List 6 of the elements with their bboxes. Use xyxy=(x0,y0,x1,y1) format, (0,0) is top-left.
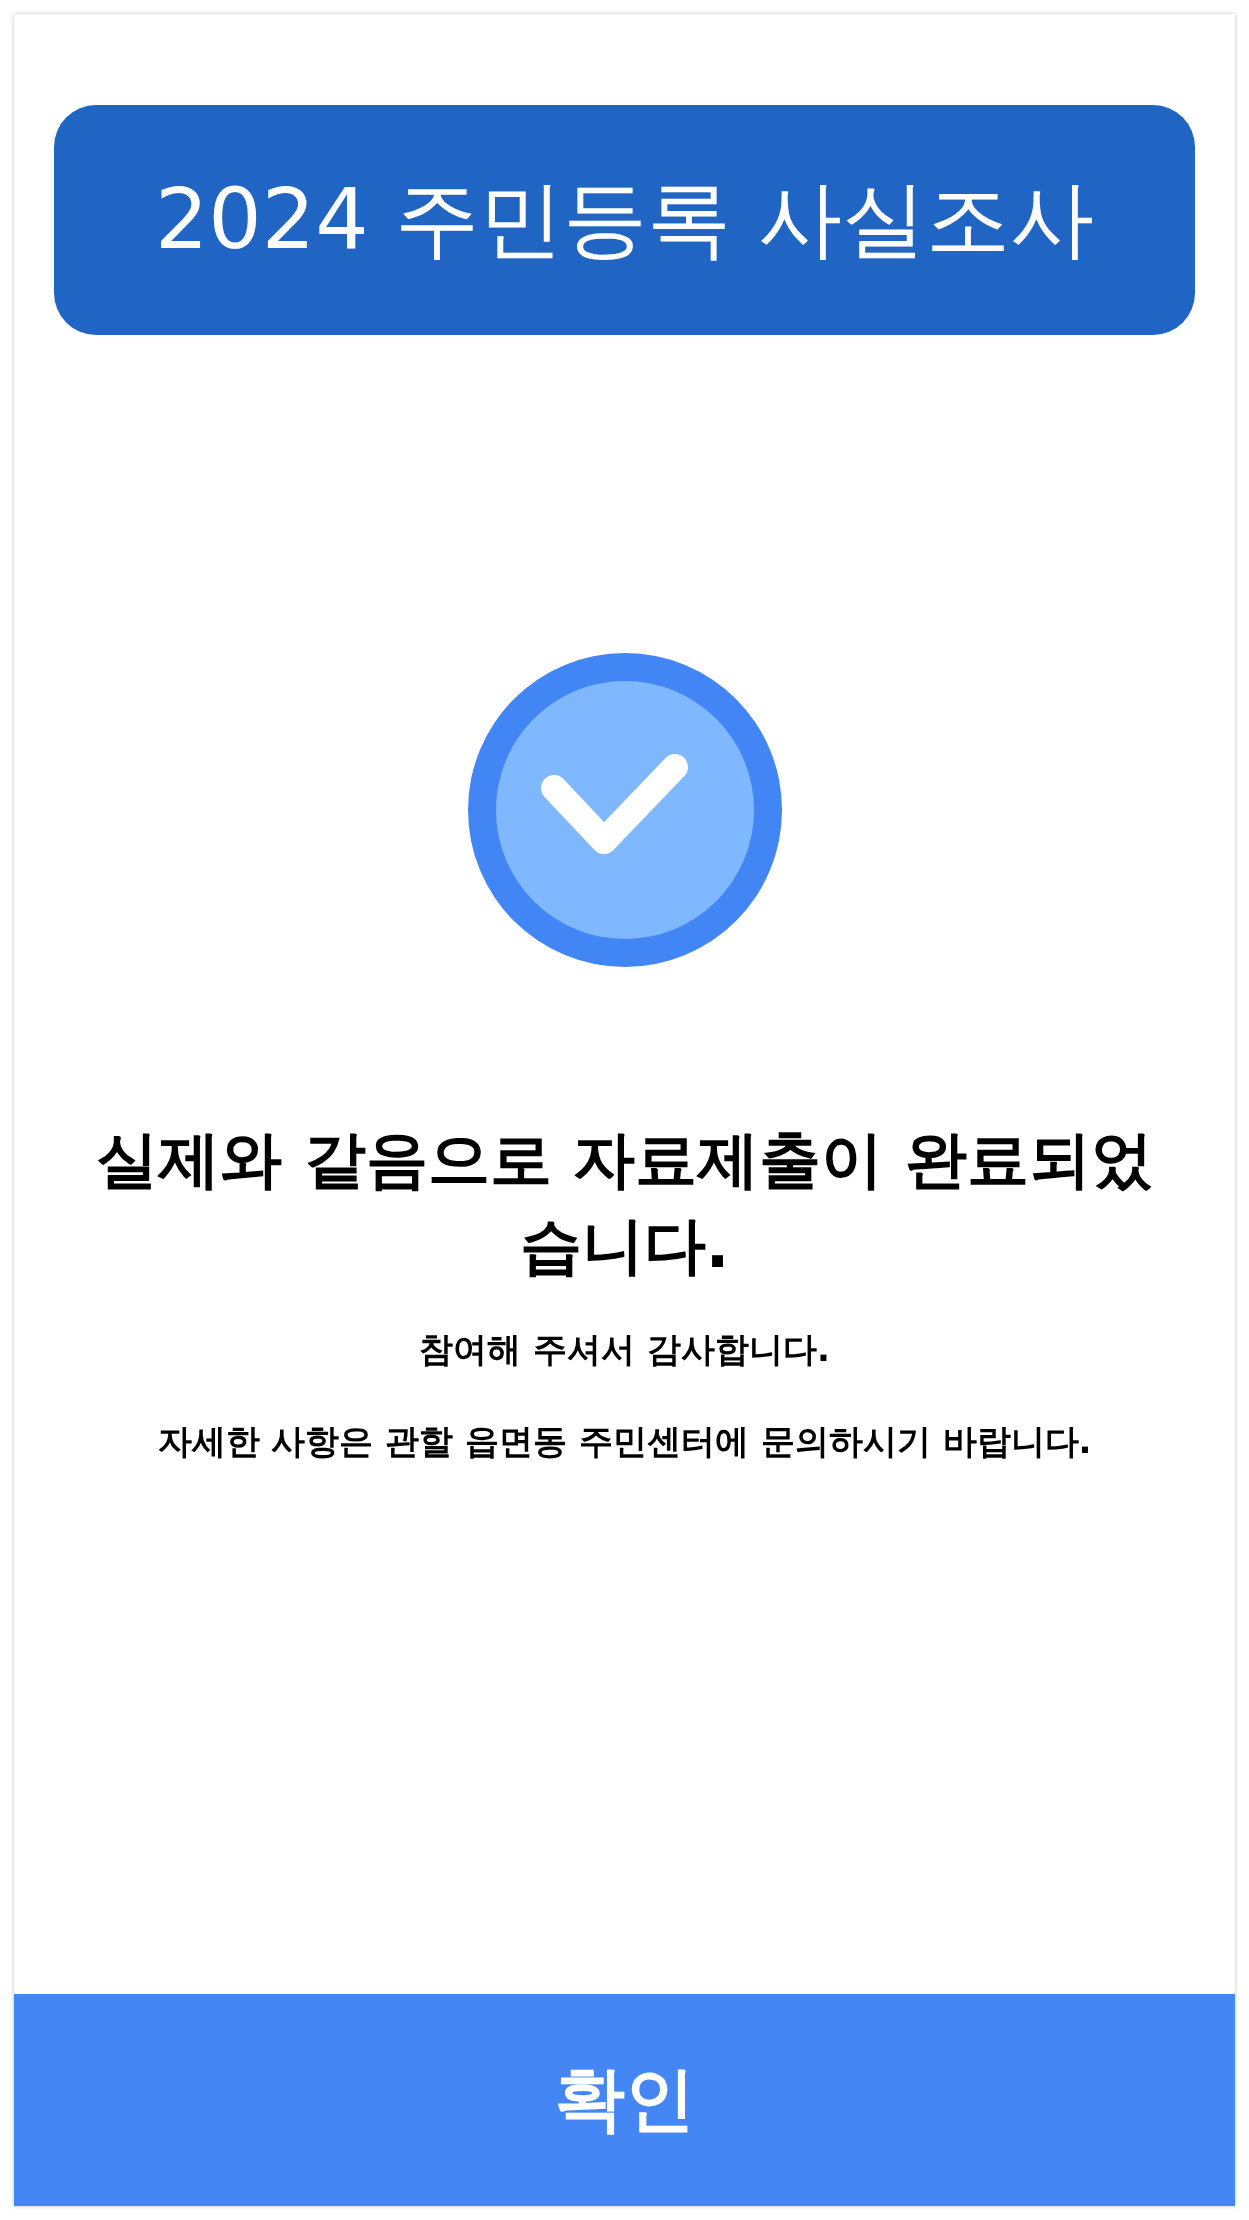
check-circle-icon xyxy=(467,653,782,967)
confirm-button[interactable]: 확인 xyxy=(14,1994,1235,2206)
page-title: 2024 주민등록 사실조사 xyxy=(154,169,1095,270)
thanks-text: 참여해 주셔서 감사합니다. xyxy=(419,1328,830,1371)
notice-text: 자세한 사항은 관할 읍면동 주민센터에 문의하시기 바랍니다. xyxy=(157,1420,1092,1463)
completion-heading: 실제와 같음으로 자료제출이 완료되었습니다. xyxy=(95,1122,1154,1284)
